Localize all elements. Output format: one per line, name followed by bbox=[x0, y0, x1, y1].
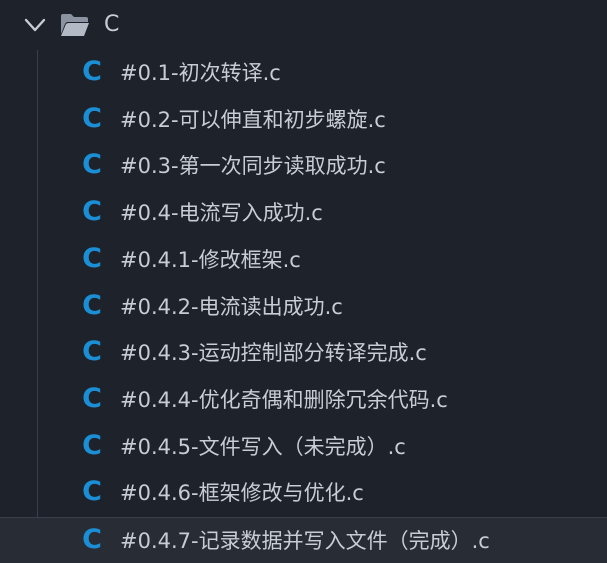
file-name: #0.4.3-运动控制部分转译完成.c bbox=[120, 341, 427, 365]
c-file-icon: C bbox=[82, 196, 102, 227]
file-name: #0.4-电流写入成功.c bbox=[120, 201, 323, 225]
file-name: #0.3-第一次同步读取成功.c bbox=[120, 154, 386, 178]
file-item[interactable]: C #0.4.6-框架修改与优化.c bbox=[0, 470, 607, 516]
file-name: #0.4.6-框架修改与优化.c bbox=[120, 481, 364, 505]
c-file-icon: C bbox=[82, 336, 102, 367]
file-name: #0.4.7-记录数据并写入文件（完成）.c bbox=[120, 529, 490, 553]
file-item[interactable]: C #0.4.7-记录数据并写入文件（完成）.c bbox=[0, 517, 607, 563]
file-name: #0.4.2-电流读出成功.c bbox=[120, 295, 343, 319]
file-item[interactable]: C #0.4.4-优化奇偶和删除冗余代码.c bbox=[0, 377, 607, 423]
c-file-icon: C bbox=[82, 383, 102, 414]
c-file-icon: C bbox=[82, 103, 102, 134]
folder-name: C bbox=[104, 12, 120, 37]
c-file-icon: C bbox=[82, 290, 102, 321]
file-name: #0.4.4-优化奇偶和删除冗余代码.c bbox=[120, 388, 448, 412]
file-item[interactable]: C #0.4.1-修改框架.c bbox=[0, 237, 607, 283]
file-item[interactable]: C #0.2-可以伸直和初步螺旋.c bbox=[0, 97, 607, 143]
file-item[interactable]: C #0.4.5-文件写入（未完成）.c bbox=[0, 424, 607, 470]
c-file-icon: C bbox=[82, 56, 102, 87]
folder-row-c[interactable]: C bbox=[0, 2, 607, 48]
file-explorer: C C #0.1-初次转译.c C #0.2-可以伸直和初步螺旋.c C #0.3-第一次… bbox=[0, 0, 607, 563]
file-name: #0.4.5-文件写入（未完成）.c bbox=[120, 435, 406, 459]
c-file-icon: C bbox=[82, 430, 102, 461]
c-file-icon: C bbox=[82, 243, 102, 274]
file-item[interactable]: C #0.4-电流写入成功.c bbox=[0, 190, 607, 236]
file-name: #0.2-可以伸直和初步螺旋.c bbox=[120, 108, 386, 132]
file-item[interactable]: C #0.4.2-电流读出成功.c bbox=[0, 284, 607, 330]
chevron-down-icon[interactable] bbox=[22, 14, 48, 36]
c-file-icon: C bbox=[82, 524, 102, 555]
c-file-icon: C bbox=[82, 149, 102, 180]
c-file-icon: C bbox=[82, 476, 102, 507]
file-name: #0.1-初次转译.c bbox=[120, 61, 281, 85]
file-item[interactable]: C #0.3-第一次同步读取成功.c bbox=[0, 143, 607, 189]
file-item[interactable]: C #0.4.3-运动控制部分转译完成.c bbox=[0, 330, 607, 376]
file-item[interactable]: C #0.1-初次转译.c bbox=[0, 50, 607, 96]
folder-open-icon bbox=[61, 14, 89, 36]
file-name: #0.4.1-修改框架.c bbox=[120, 248, 301, 272]
